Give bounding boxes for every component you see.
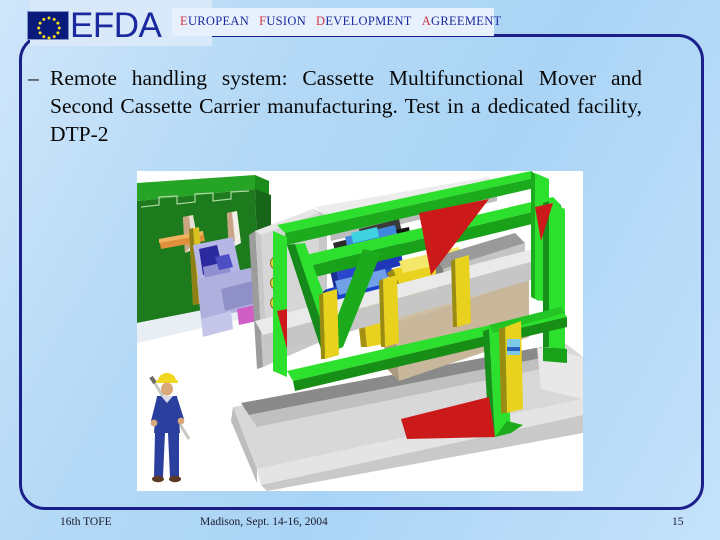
tagline-rest-development: EVELOPMENT <box>325 14 412 28</box>
efda-wordmark: EFDA <box>70 6 162 45</box>
tagline-word-agreement: AGREEMENT <box>422 14 502 28</box>
bullet-text: Remote handling system: Cassette Multifu… <box>50 66 642 146</box>
tagline-cap-e: E <box>180 14 188 28</box>
efda-logo: EFDA <box>27 6 162 45</box>
slide-bullet-block: – Remote handling system: Cassette Multi… <box>28 64 642 148</box>
footer-location-date: Madison, Sept. 14-16, 2004 <box>200 516 328 528</box>
tagline-rest-fusion: USION <box>266 14 307 28</box>
tagline-word-european: EUROPEAN <box>180 14 249 28</box>
presentation-slide: EFDA EUROPEAN FUSION DEVELOPMENT AGREEMENT … <box>0 0 720 540</box>
footer-page-number: 15 <box>672 516 684 528</box>
slide-header: EFDA EUROPEAN FUSION DEVELOPMENT AGREEMENT <box>0 0 720 50</box>
european-union-flag-icon <box>27 11 69 40</box>
tagline-word-fusion: FUSION <box>259 14 306 28</box>
slide-footer: 16th TOFE Madison, Sept. 14-16, 2004 15 <box>0 512 720 540</box>
eu-stars-icon <box>37 16 61 40</box>
tagline-word-development: DEVELOPMENT <box>316 14 412 28</box>
cad-render-image <box>137 171 583 491</box>
tagline-rest-agreement: GREEMENT <box>431 14 502 28</box>
tagline-rest-european: UROPEAN <box>187 14 250 28</box>
tagline-cap-d: D <box>316 14 326 28</box>
bullet-marker: – <box>28 66 39 90</box>
tagline-cap-a: A <box>421 14 432 28</box>
cad-render-svg <box>137 171 583 491</box>
efda-tagline: EUROPEAN FUSION DEVELOPMENT AGREEMENT <box>180 14 511 29</box>
footer-conference: 16th TOFE <box>60 516 112 528</box>
